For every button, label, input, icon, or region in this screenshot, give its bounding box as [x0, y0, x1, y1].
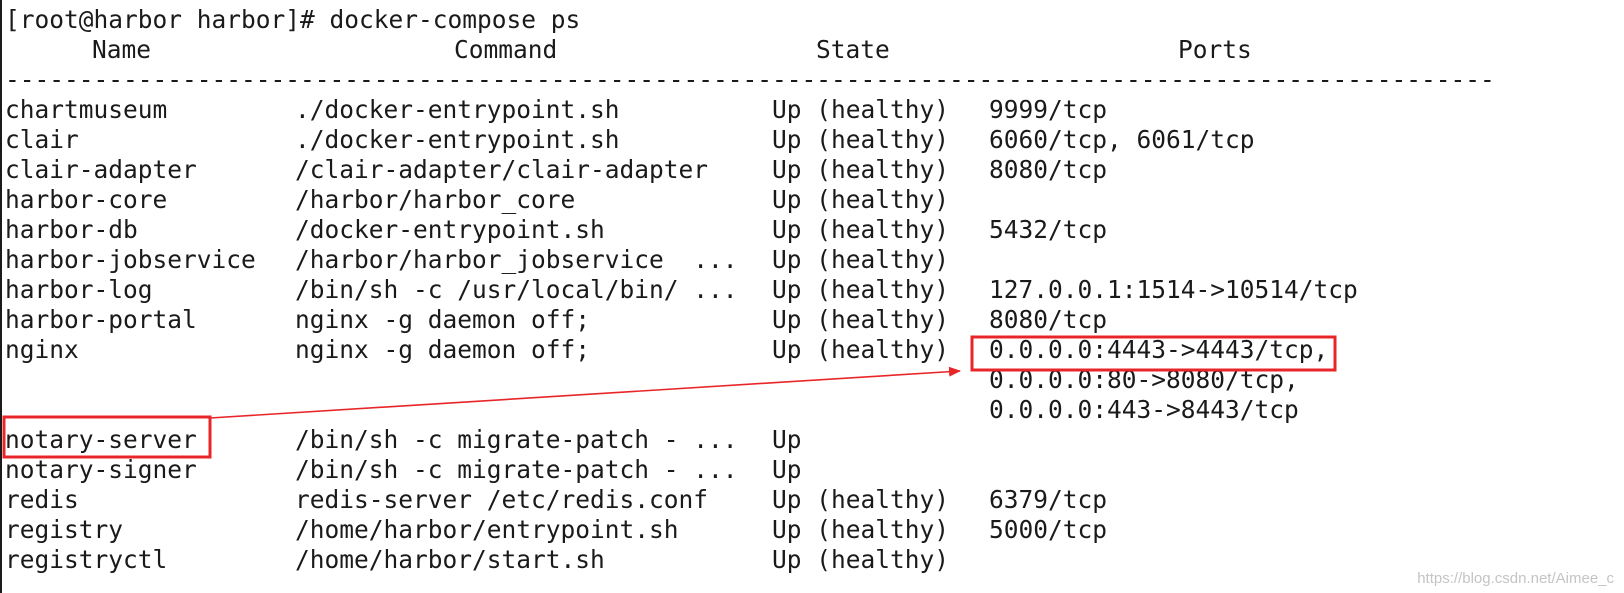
cell-name: harbor-log [5, 275, 153, 304]
cell-ports: 5432/tcp [989, 215, 1108, 244]
cell-command: /bin/sh -c migrate-patch - ... [295, 425, 738, 454]
cell-command: nginx -g daemon off; [295, 305, 591, 334]
cell-command: ./docker-entrypoint.sh [295, 125, 620, 154]
cell-state: Up (healthy) [772, 155, 950, 184]
table-header: Name Command State Ports [5, 35, 1252, 65]
table-row: harbor-portal nginx -g daemon off; Up (h… [5, 305, 1107, 335]
cell-ports: 127.0.0.1:1514->10514/tcp [989, 275, 1358, 304]
cell-name: notary-server [5, 425, 197, 454]
table-row: harbor-core /harbor/harbor_core Up (heal… [5, 185, 949, 215]
cell-command: nginx -g daemon off; [295, 335, 591, 364]
table-row: clair ./docker-entrypoint.sh Up (healthy… [5, 125, 1255, 155]
cell-command: /harbor/harbor_jobservice ... [295, 245, 738, 274]
cell-command: /harbor/harbor_core [295, 185, 576, 214]
header-state: State [816, 35, 890, 64]
table-row: redis redis-server /etc/redis.conf Up (h… [5, 485, 1107, 515]
table-row: nginx nginx -g daemon off; Up (healthy) … [5, 335, 1328, 365]
cell-command: /home/harbor/start.sh [295, 545, 605, 574]
table-row: notary-signer /bin/sh -c migrate-patch -… [5, 455, 802, 485]
cell-name: notary-signer [5, 455, 197, 484]
header-name: Name [92, 35, 152, 64]
cell-state: Up [772, 425, 802, 454]
cell-state: Up (healthy) [772, 335, 950, 364]
cell-name: harbor-core [5, 185, 168, 214]
cell-command: /home/harbor/entrypoint.sh [295, 515, 679, 544]
table-separator: ----------------------------------------… [5, 65, 1495, 94]
cell-command: /bin/sh -c migrate-patch - ... [295, 455, 738, 484]
cell-ports: 8080/tcp [989, 155, 1108, 184]
terminal-window[interactable]: [root@harbor harbor]# docker-compose ps … [0, 0, 1624, 593]
cell-name: registry [5, 515, 124, 544]
table-row: 0.0.0.0:443->8443/tcp [5, 395, 1299, 425]
cell-state: Up (healthy) [772, 125, 950, 154]
cell-command: /clair-adapter/clair-adapter [295, 155, 709, 184]
cell-name: clair-adapter [5, 155, 197, 184]
table-row: harbor-jobservice /harbor/harbor_jobserv… [5, 245, 949, 275]
annotation-arrow [209, 366, 961, 419]
cell-name: chartmuseum [5, 95, 168, 124]
cell-name: harbor-db [5, 215, 138, 244]
table-row: notary-server /bin/sh -c migrate-patch -… [5, 425, 802, 455]
cell-ports: 6379/tcp [989, 485, 1108, 514]
cell-name: harbor-portal [5, 305, 197, 334]
cell-ports: 8080/tcp [989, 305, 1108, 334]
cell-state: Up (healthy) [772, 215, 950, 244]
table-row: clair-adapter /clair-adapter/clair-adapt… [5, 155, 1107, 185]
cell-ports: 6060/tcp, 6061/tcp [989, 125, 1255, 154]
cell-command: /docker-entrypoint.sh [295, 215, 605, 244]
table-row: 0.0.0.0:80->8080/tcp, [5, 365, 1299, 395]
cell-state: Up (healthy) [772, 545, 950, 574]
cell-name: redis [5, 485, 79, 514]
cell-state: Up (healthy) [772, 515, 950, 544]
watermark: https://blog.csdn.net/Aimee_c [1417, 570, 1614, 587]
cell-state: Up (healthy) [772, 485, 950, 514]
table-row: harbor-db /docker-entrypoint.sh Up (heal… [5, 215, 1107, 245]
cell-ports: 5000/tcp [989, 515, 1108, 544]
cell-name: nginx [5, 335, 79, 364]
cell-ports: 0.0.0.0:4443->4443/tcp, [989, 335, 1329, 364]
table-row: registry /home/harbor/entrypoint.sh Up (… [5, 515, 1107, 545]
cell-command: ./docker-entrypoint.sh [295, 95, 620, 124]
cell-ports: 0.0.0.0:80->8080/tcp, [989, 365, 1299, 394]
table-row: chartmuseum ./docker-entrypoint.sh Up (h… [5, 95, 1107, 125]
cell-state: Up [772, 455, 802, 484]
table-row: harbor-log /bin/sh -c /usr/local/bin/ ..… [5, 275, 1358, 305]
cell-command: /bin/sh -c /usr/local/bin/ ... [295, 275, 738, 304]
header-command: Command [454, 35, 558, 64]
cell-name: registryctl [5, 545, 168, 574]
header-ports: Ports [1178, 35, 1252, 64]
cell-state: Up (healthy) [772, 305, 950, 334]
cell-state: Up (healthy) [772, 185, 950, 214]
prompt-line: [root@harbor harbor]# docker-compose ps [5, 5, 581, 34]
cell-ports: 0.0.0.0:443->8443/tcp [989, 395, 1299, 424]
cell-state: Up (healthy) [772, 245, 950, 274]
cell-state: Up (healthy) [772, 275, 950, 304]
cell-state: Up (healthy) [772, 95, 950, 124]
cell-command: redis-server /etc/redis.conf [295, 485, 709, 514]
cell-ports: 9999/tcp [989, 95, 1108, 124]
table-row: registryctl /home/harbor/start.sh Up (he… [5, 545, 949, 575]
cell-name: harbor-jobservice [5, 245, 256, 274]
cell-name: clair [5, 125, 79, 154]
